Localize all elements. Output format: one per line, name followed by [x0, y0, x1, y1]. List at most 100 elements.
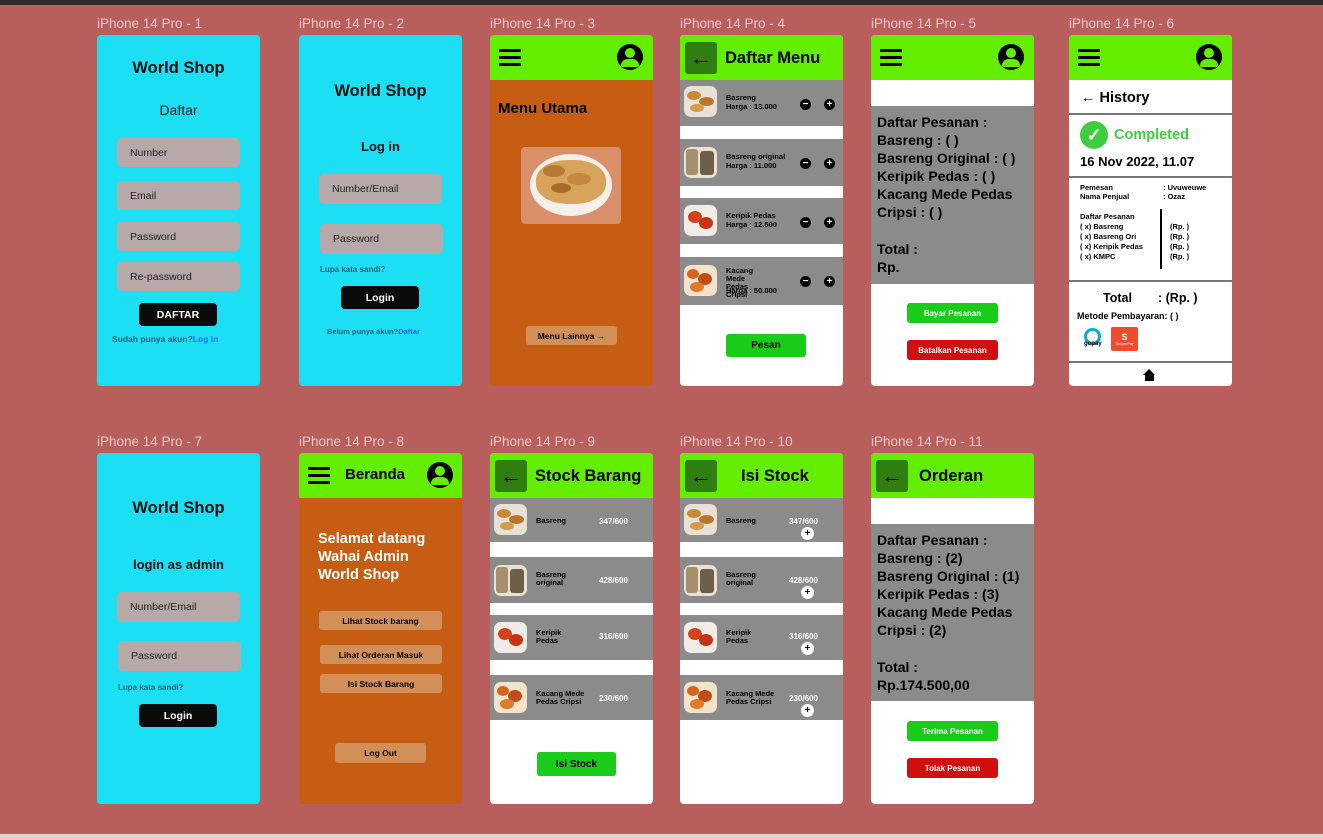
restock-button[interactable]: Isi Stock [537, 752, 616, 776]
divider [1069, 176, 1232, 178]
password-field[interactable]: Password [118, 641, 241, 671]
order-line: Cripsi : (2) [877, 622, 947, 638]
page-title: Isi Stock [741, 467, 809, 485]
profile-icon[interactable] [617, 44, 643, 70]
frame-label-8[interactable]: iPhone 14 Pro - 8 [299, 434, 404, 449]
app-title: World Shop [334, 82, 427, 100]
frame-label-1[interactable]: iPhone 14 Pro - 1 [97, 16, 202, 31]
password-field[interactable]: Password [320, 224, 443, 254]
check-circle-icon: ✓ [1080, 121, 1108, 149]
minus-icon[interactable]: − [800, 158, 811, 169]
item-price: Harga : 11.000 [726, 161, 777, 170]
view-stock-button[interactable]: Lihat Stock barang [319, 611, 442, 630]
frame-label-9[interactable]: iPhone 14 Pro - 9 [490, 434, 595, 449]
stock-row: Kacang Mede Pedas Cripsi 230/600 + [680, 675, 843, 720]
back-arrow-icon[interactable]: ← [685, 460, 717, 492]
more-menu-button[interactable]: Menu Lainnya → [526, 326, 617, 345]
food-thumbnail [684, 205, 717, 236]
plus-icon[interactable]: + [824, 276, 835, 287]
frame-label-10[interactable]: iPhone 14 Pro - 10 [680, 434, 793, 449]
frame-label-2[interactable]: iPhone 14 Pro - 2 [299, 16, 404, 31]
minus-icon[interactable]: − [800, 217, 811, 228]
item-name: Basreng original [726, 570, 757, 587]
pay-button[interactable]: Bayar Pesanan [907, 303, 998, 323]
order-line: Cripsi : ( ) [877, 204, 943, 220]
order-price: (Rp. ) [1170, 242, 1190, 251]
food-thumbnail [684, 622, 717, 653]
home-icon[interactable] [1143, 369, 1156, 381]
menu-icon[interactable] [499, 49, 521, 67]
total-label: Total [1103, 291, 1132, 305]
minus-icon[interactable]: − [800, 276, 811, 287]
total-label: Total : [877, 241, 918, 257]
frame-label-3[interactable]: iPhone 14 Pro - 3 [490, 16, 595, 31]
frame-label-6[interactable]: iPhone 14 Pro - 6 [1069, 16, 1174, 31]
item-price: Harga : 50.000 [726, 286, 777, 295]
user-field[interactable]: Number/Email [319, 174, 442, 204]
menu-icon[interactable] [1078, 49, 1100, 67]
user-field[interactable]: Number/Email [117, 592, 240, 622]
order-item: ( x) KMPC [1080, 252, 1116, 261]
stock-row: Basreng 347/600 [490, 498, 653, 542]
frame-label-11[interactable]: iPhone 14 Pro - 11 [871, 434, 983, 449]
repassword-field[interactable]: Re-password [117, 262, 240, 291]
reject-order-button[interactable]: Tolak Pesanan [907, 758, 998, 778]
plus-icon[interactable]: + [824, 217, 835, 228]
back-arrow-icon[interactable]: ← [1081, 90, 1100, 106]
menu-icon[interactable] [308, 467, 330, 485]
register-link[interactable]: Daftar [398, 327, 420, 336]
stock-count: 230/600 [789, 694, 818, 703]
cancel-order-button[interactable]: Batalkan Pesanan [907, 340, 998, 360]
profile-icon[interactable] [998, 44, 1024, 70]
register-button[interactable]: DAFTAR [139, 303, 217, 326]
menu-icon[interactable] [880, 49, 902, 67]
plus-icon[interactable]: + [801, 586, 814, 599]
view-orders-button[interactable]: Lihat Orderan Masuk [320, 645, 442, 664]
item-name: Basreng [726, 93, 757, 102]
plus-icon[interactable]: + [824, 158, 835, 169]
accept-order-button[interactable]: Terima Pesanan [907, 721, 998, 741]
logout-button[interactable]: Log Out [335, 743, 426, 763]
food-thumbnail [494, 565, 527, 596]
order-line: Keripik Pedas : (3) [877, 586, 1000, 602]
frame-register: World Shop Daftar Number Email Password … [97, 35, 260, 386]
frame-main-menu: Menu Utama Menu Lainnya → [490, 35, 653, 386]
gopay-label: gopay [1084, 341, 1102, 347]
back-arrow-icon[interactable]: ← [685, 42, 717, 74]
frame-label-5[interactable]: iPhone 14 Pro - 5 [871, 16, 976, 31]
order-button[interactable]: Pesan [726, 334, 806, 357]
history-title-text: History [1099, 90, 1150, 106]
featured-food-image [521, 147, 621, 224]
stock-row: Basreng 347/600 + [680, 498, 843, 542]
plus-icon[interactable]: + [801, 642, 814, 655]
menu-row: Keripik Pedas Harga : 12.500 − + [680, 198, 843, 244]
shopeepay-icon[interactable]: S ShopeePay [1111, 327, 1138, 351]
forgot-password-link[interactable]: Lupa kata sandi? [320, 265, 385, 274]
forgot-password-link[interactable]: Lupa kata sandi? [118, 683, 183, 692]
editor-top-bar [0, 0, 1323, 5]
stock-count: 428/600 [599, 576, 628, 585]
total-value: Rp. [877, 259, 900, 275]
profile-icon[interactable] [1196, 44, 1222, 70]
login-button[interactable]: Login [341, 286, 419, 309]
back-arrow-icon[interactable]: ← [495, 460, 527, 492]
login-button[interactable]: Login [139, 704, 217, 727]
plus-icon[interactable]: + [801, 527, 814, 540]
number-field[interactable]: Number [117, 138, 240, 167]
plus-icon[interactable]: + [824, 99, 835, 110]
profile-icon[interactable] [427, 462, 453, 488]
seller-value: : Ozaz [1163, 192, 1186, 201]
password-field[interactable]: Password [117, 222, 240, 251]
login-link[interactable]: Log in [193, 334, 219, 344]
item-name: Keripik Pedas [726, 628, 752, 645]
plus-icon[interactable]: + [801, 704, 814, 717]
total-value: : (Rp. ) [1158, 291, 1198, 305]
restock-button[interactable]: Isi Stock Barang [320, 674, 442, 693]
page-title: Daftar Menu [725, 49, 821, 67]
minus-icon[interactable]: − [800, 99, 811, 110]
back-arrow-icon[interactable]: ← [876, 460, 908, 492]
frame-admin-login: World Shop login as admin Number/Email P… [97, 453, 260, 804]
frame-label-4[interactable]: iPhone 14 Pro - 4 [680, 16, 785, 31]
email-field[interactable]: Email [117, 181, 240, 210]
frame-label-7[interactable]: iPhone 14 Pro - 7 [97, 434, 202, 449]
